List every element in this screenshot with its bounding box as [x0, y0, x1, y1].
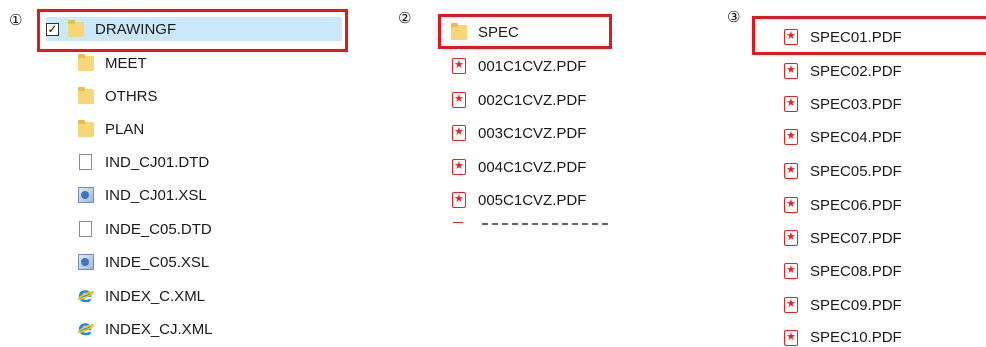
list-item[interactable]: 005C1CVZ.PDF — [450, 188, 586, 212]
item-label: INDE_C05.XSL — [105, 253, 210, 271]
list-item[interactable]: SPEC02.PDF — [782, 59, 902, 83]
list-item-spec-folder[interactable]: SPEC — [450, 20, 519, 44]
list-item[interactable]: INDE_C05.DTD — [77, 217, 212, 241]
list-item[interactable]: 003C1CVZ.PDF — [450, 121, 586, 145]
item-label: 001C1CVZ.PDF — [478, 57, 587, 75]
item-label: SPEC06.PDF — [810, 196, 902, 214]
list-item[interactable]: SPEC04.PDF — [782, 125, 902, 149]
folder-icon — [77, 54, 95, 72]
internet-explorer-icon — [77, 316, 95, 340]
item-label: INDE_C05.DTD — [105, 220, 212, 238]
item-label: IND_CJ01.XSL — [105, 186, 207, 204]
item-label: SPEC08.PDF — [810, 262, 902, 280]
pdf-icon — [782, 28, 800, 46]
list-item[interactable]: 002C1CVZ.PDF — [450, 88, 586, 112]
document-icon — [77, 153, 95, 171]
list-item[interactable]: SPEC03.PDF — [782, 92, 902, 116]
list-item[interactable]: INDEX_CJ.XML — [77, 316, 213, 341]
item-label: 005C1CVZ.PDF — [478, 191, 587, 209]
list-item[interactable]: IND_CJ01.DTD — [77, 150, 209, 174]
list-item[interactable]: OTHRS — [77, 84, 158, 108]
pdf-icon — [450, 191, 468, 209]
list-item[interactable]: SPEC10.PDF — [782, 326, 902, 347]
pdf-icon — [782, 128, 800, 146]
list-item[interactable]: 001C1CVZ.PDF — [450, 54, 586, 78]
list-item[interactable]: SPEC06.PDF — [782, 193, 902, 217]
item-label: PLAN — [105, 120, 145, 138]
list-item[interactable]: SPEC09.PDF — [782, 293, 902, 317]
pdf-icon — [782, 95, 800, 113]
item-checkbox[interactable]: ✓ — [46, 22, 59, 36]
pdf-icon — [782, 162, 800, 180]
pdf-icon — [450, 57, 468, 75]
item-label: SPEC09.PDF — [810, 296, 902, 314]
item-label: 002C1CVZ.PDF — [478, 91, 587, 109]
step-marker-3: ③ — [727, 8, 741, 26]
pdf-icon — [450, 158, 468, 176]
list-item[interactable]: 004C1CVZ.PDF — [450, 155, 586, 179]
list-item[interactable]: SPEC05.PDF — [782, 159, 902, 183]
item-label: OTHRS — [105, 87, 158, 105]
folder-icon — [77, 120, 95, 138]
item-label: SPEC10.PDF — [810, 329, 902, 346]
item-label: 003C1CVZ.PDF — [478, 124, 587, 142]
pdf-icon — [450, 91, 468, 109]
document-icon — [77, 220, 95, 238]
pdf-icon — [450, 124, 468, 142]
item-label: SPEC04.PDF — [810, 128, 902, 146]
internet-explorer-icon — [77, 283, 95, 307]
item-label: 004C1CVZ.PDF — [478, 158, 587, 176]
item-label: IND_CJ01.DTD — [105, 153, 210, 171]
item-label: SPEC03.PDF — [810, 95, 902, 113]
item-label: SPEC — [478, 23, 519, 41]
list-item[interactable]: PLAN — [77, 117, 144, 141]
pdf-icon — [782, 62, 800, 80]
list-item[interactable]: INDEX_C.XML — [77, 283, 206, 308]
pdf-icon — [782, 196, 800, 214]
step-marker-2: ② — [398, 9, 412, 27]
clipped-list-item — [450, 222, 620, 228]
step-marker-1: ① — [9, 11, 23, 29]
item-label: INDEX_CJ.XML — [105, 320, 213, 338]
list-item[interactable]: IND_CJ01.XSL — [77, 183, 207, 207]
xsl-file-icon — [77, 186, 95, 204]
list-item[interactable]: SPEC08.PDF — [782, 259, 902, 283]
item-label: SPEC02.PDF — [810, 62, 902, 80]
xsl-file-icon — [77, 253, 95, 271]
item-label: MEET — [105, 54, 147, 72]
item-label: INDEX_C.XML — [105, 287, 206, 305]
pdf-icon — [782, 229, 800, 247]
pdf-icon — [453, 222, 463, 226]
pdf-icon — [782, 262, 800, 280]
pdf-icon — [782, 296, 800, 314]
item-label: DRAWINGF — [95, 20, 177, 38]
folder-icon — [77, 87, 95, 105]
item-label: SPEC01.PDF — [810, 28, 902, 46]
item-label: SPEC07.PDF — [810, 229, 902, 247]
list-item[interactable]: INDE_C05.XSL — [77, 250, 209, 274]
folder-icon — [67, 20, 85, 38]
folder-icon — [450, 23, 468, 41]
pdf-icon — [782, 329, 800, 347]
item-label: SPEC05.PDF — [810, 162, 902, 180]
list-item[interactable]: MEET — [77, 51, 147, 75]
list-item[interactable]: SPEC07.PDF — [782, 226, 902, 250]
list-item-spec01[interactable]: SPEC01.PDF — [782, 25, 902, 49]
list-item-drawingf[interactable]: ✓ DRAWINGF — [46, 17, 342, 41]
